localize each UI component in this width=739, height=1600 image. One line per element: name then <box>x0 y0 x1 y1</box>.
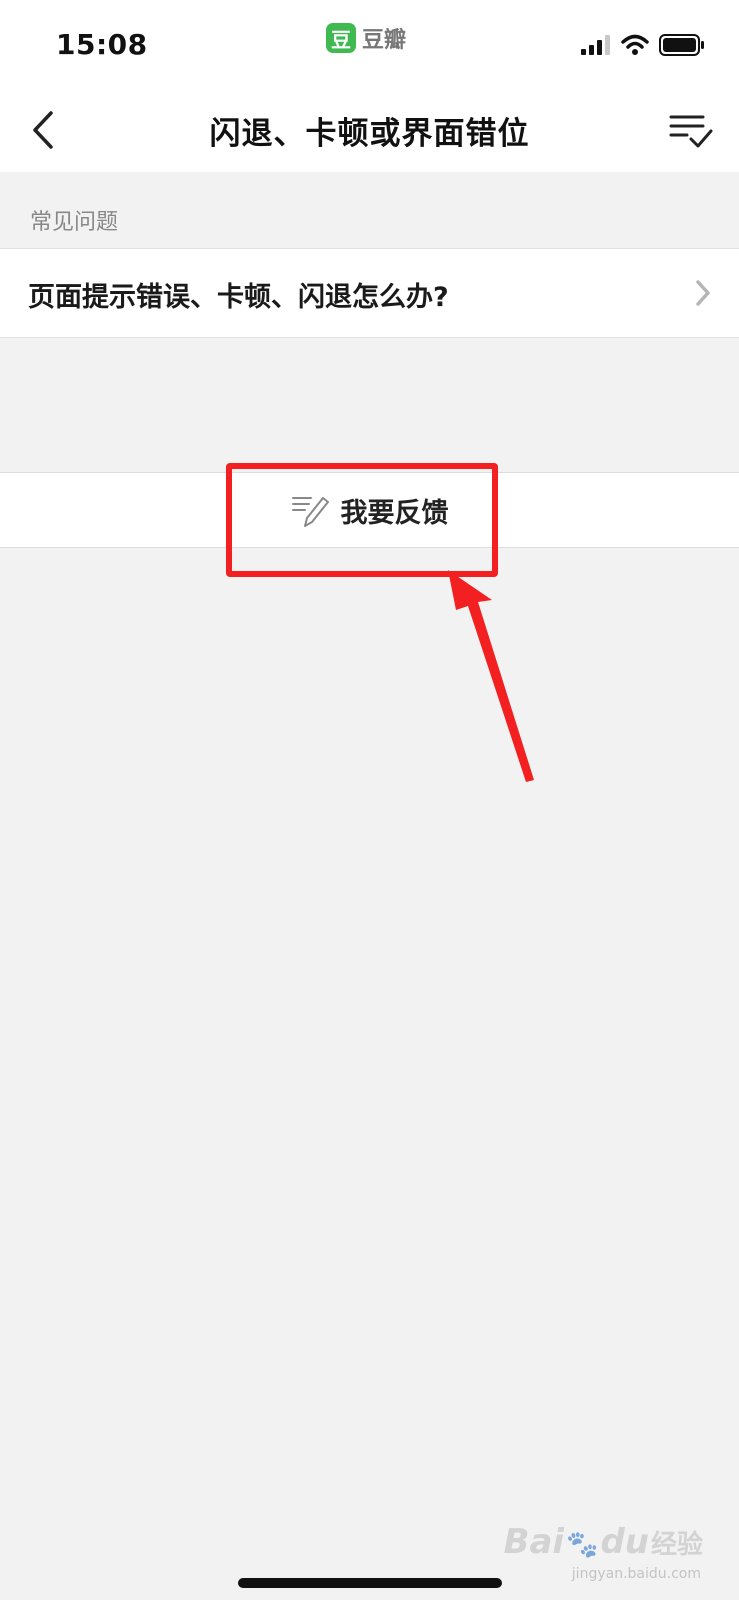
paw-icon: 🐾 <box>566 1530 599 1560</box>
faq-section-label: 常见问题 <box>30 210 119 235</box>
baidu-watermark: Bai 🐾 du 经验 <box>504 1522 703 1562</box>
app-name: 豆瓣 <box>362 28 407 53</box>
watermark-brand-suffix: du <box>600 1522 649 1562</box>
cellular-signal-icon <box>581 35 610 55</box>
checklist-button[interactable] <box>665 106 717 156</box>
wifi-icon <box>621 34 649 55</box>
home-indicator[interactable] <box>238 1578 502 1588</box>
watermark-brand: Bai <box>503 1522 565 1562</box>
status-bar: 15:08 豆 豆瓣 <box>0 0 739 88</box>
checklist-icon <box>669 115 713 148</box>
page-title: 闪退、卡顿或界面错位 <box>209 116 530 152</box>
chevron-right-icon <box>696 280 710 306</box>
faq-list-item[interactable]: 页面提示错误、卡顿、闪退怎么办? <box>0 248 739 338</box>
status-time: 15:08 <box>56 28 148 61</box>
battery-icon <box>659 34 704 56</box>
watermark-url: jingyan.baidu.com <box>571 1566 701 1582</box>
faq-item-label: 页面提示错误、卡顿、闪退怎么办? <box>28 282 449 313</box>
watermark-text: 经验 <box>650 1530 703 1560</box>
navigation-bar: 闪退、卡顿或界面错位 <box>0 88 739 172</box>
app-badge: 豆 豆瓣 <box>326 22 406 54</box>
status-icons <box>581 34 705 56</box>
douban-logo-icon: 豆 <box>326 23 356 53</box>
annotation-arrow-icon <box>448 570 534 782</box>
